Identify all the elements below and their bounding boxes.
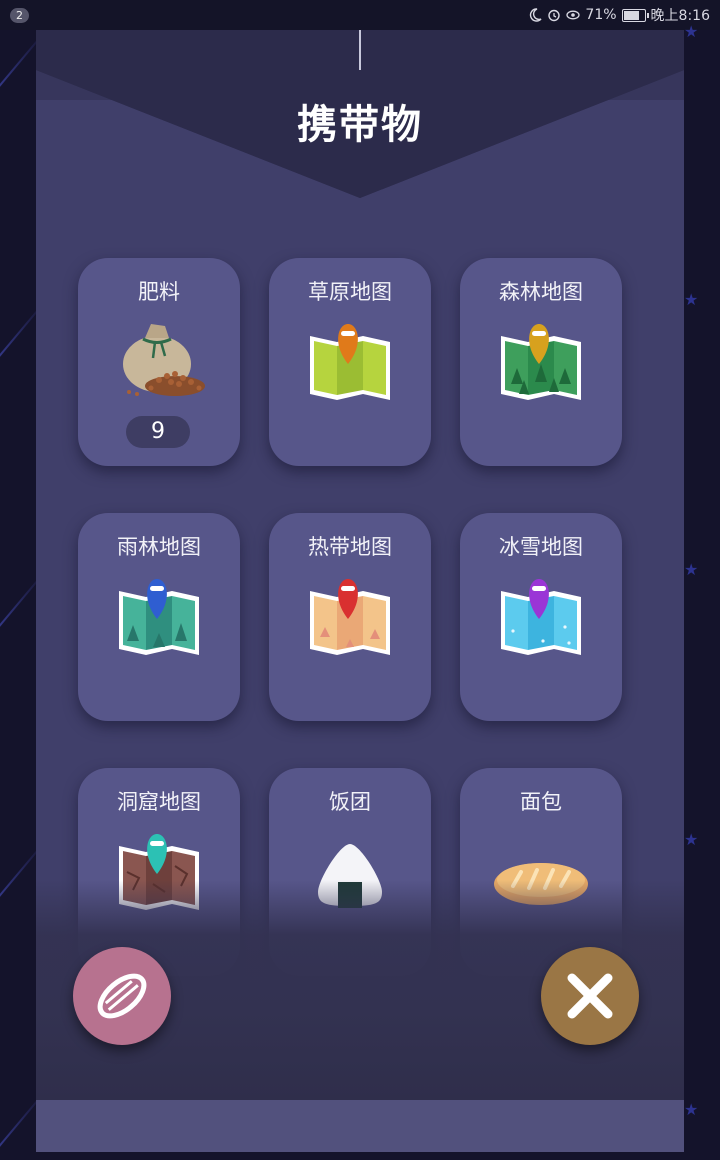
item-count-badge: 9 (126, 416, 190, 448)
snow-map-icon (501, 579, 581, 655)
item-label: 草原地图 (308, 280, 392, 304)
item-card-snow-map[interactable]: 冰雪地图 (460, 513, 622, 721)
moon-icon (530, 8, 542, 22)
star-decoration: ★ (684, 290, 699, 309)
grassland-map-icon (310, 324, 390, 400)
page-title: 携带物 (297, 102, 423, 148)
item-label: 雨林地图 (117, 535, 201, 559)
tropical-map-icon (310, 579, 390, 655)
star-decoration: ★ (684, 1100, 699, 1119)
item-card-rainforest-map[interactable]: 雨林地图 (78, 513, 240, 721)
close-icon (567, 973, 613, 1019)
clock: 晚上8:16 (650, 8, 710, 24)
items-panel: 携带物 肥料 9 草原地图 森林地图 雨林地图 热带地图 冰雪地图 洞窟地图 饭… (36, 30, 684, 1152)
item-card-forest-map[interactable]: 森林地图 (460, 258, 622, 466)
item-label: 饭团 (329, 790, 371, 814)
item-label: 森林地图 (499, 280, 583, 304)
notification-count-badge: 2 (10, 7, 29, 23)
star-decoration: ★ (684, 830, 699, 849)
forest-map-icon (501, 324, 581, 400)
item-card-tropical-map[interactable]: 热带地图 (269, 513, 431, 721)
item-label: 面包 (520, 790, 562, 814)
seed-button[interactable] (73, 947, 171, 1045)
battery-percent: 71% (585, 7, 617, 23)
item-card-grassland-map[interactable]: 草原地图 (269, 258, 431, 466)
star-decoration: ★ (684, 22, 699, 41)
banner-hanger (359, 30, 361, 70)
close-button[interactable] (541, 947, 639, 1045)
status-indicators: 71% 晚上8:16 (528, 5, 710, 25)
eye-icon (566, 10, 581, 20)
item-label: 肥料 (138, 280, 180, 304)
item-label: 热带地图 (308, 535, 392, 559)
item-card-fertilizer[interactable]: 肥料 9 (78, 258, 240, 466)
battery-icon (621, 8, 649, 22)
item-label: 冰雪地图 (499, 535, 583, 559)
rainforest-map-icon (119, 579, 199, 655)
seed-icon (97, 973, 147, 1019)
status-bar: 2 71% 晚上8:16 (0, 0, 720, 30)
alarm-icon (548, 9, 561, 22)
panel-footer (36, 1100, 684, 1152)
fertilizer-bag-icon (123, 324, 205, 396)
star-decoration: ★ (684, 560, 699, 579)
item-label: 洞窟地图 (117, 790, 201, 814)
